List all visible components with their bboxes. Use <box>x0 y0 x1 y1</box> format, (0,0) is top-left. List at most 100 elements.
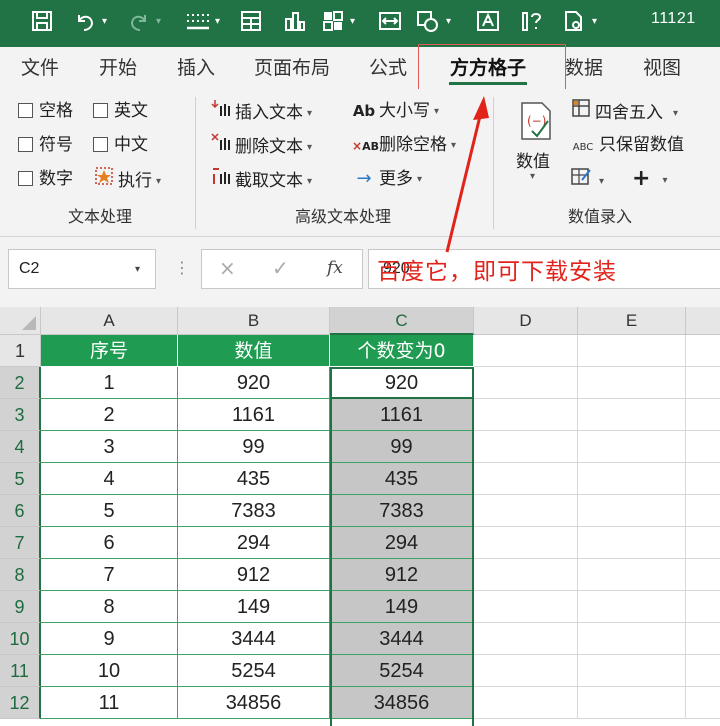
empty-cell[interactable] <box>578 559 686 591</box>
empty-cell[interactable] <box>686 655 720 687</box>
row-header-8[interactable]: 8 <box>0 559 41 591</box>
tab-page-layout[interactable]: 页面布局 <box>248 47 336 89</box>
checkbox-box[interactable] <box>93 137 108 152</box>
row-header-10[interactable]: 10 <box>0 623 41 655</box>
empty-cell[interactable] <box>474 591 578 623</box>
row-header-11[interactable]: 11 <box>0 655 41 687</box>
table-cell[interactable]: 2 <box>41 399 178 431</box>
table-cell[interactable]: 8 <box>41 591 178 623</box>
table-cell[interactable]: 3444 <box>330 623 474 655</box>
table-cell[interactable]: 912 <box>330 559 474 591</box>
empty-cell[interactable] <box>686 591 720 623</box>
empty-cell[interactable] <box>474 495 578 527</box>
table-cell[interactable]: 10 <box>41 655 178 687</box>
save-icon[interactable] <box>28 9 56 37</box>
splitter-handle[interactable]: ⋮ <box>174 258 190 277</box>
table-cell[interactable]: 1161 <box>330 399 474 431</box>
row-header-6[interactable]: 6 <box>0 495 41 527</box>
checkbox-english[interactable]: 英文 <box>93 98 148 124</box>
empty-cell[interactable] <box>686 623 720 655</box>
table-cell[interactable]: 99 <box>178 431 330 463</box>
shapes-icon[interactable] <box>414 9 442 37</box>
grid-tool-icon[interactable] <box>320 9 348 37</box>
round-button[interactable]: 四舍五入 ▾ <box>570 98 678 124</box>
checkbox-box[interactable] <box>93 103 108 118</box>
table-cell[interactable]: 435 <box>330 463 474 495</box>
edit-cells-button[interactable]: ▾ <box>570 166 604 192</box>
checkbox-digits[interactable]: 数字 <box>18 166 73 192</box>
row-header-2[interactable]: 2 <box>0 367 41 399</box>
undo-dropdown-icon[interactable]: ▾ <box>102 16 112 28</box>
row-header-5[interactable]: 5 <box>0 463 41 495</box>
borders-icon[interactable] <box>183 9 213 37</box>
qat-more-dropdown-icon[interactable]: ▾ <box>592 16 602 28</box>
table-cell[interactable]: 6 <box>41 527 178 559</box>
empty-cell[interactable] <box>578 687 686 719</box>
table-cell[interactable]: 5254 <box>330 655 474 687</box>
table-cell[interactable]: 920 <box>330 367 474 399</box>
table-cell[interactable]: 920 <box>178 367 330 399</box>
fx-icon[interactable]: fx <box>327 258 343 278</box>
document-icon[interactable] <box>560 9 588 37</box>
empty-cell[interactable] <box>578 527 686 559</box>
column-header-a[interactable]: A <box>41 307 178 335</box>
help-icon[interactable] <box>518 9 546 37</box>
empty-cell[interactable] <box>474 687 578 719</box>
checkbox-symbols[interactable]: 符号 <box>18 132 73 158</box>
row-header-4[interactable]: 4 <box>0 431 41 463</box>
empty-cell[interactable] <box>474 335 578 367</box>
checkbox-box[interactable] <box>18 137 33 152</box>
tab-insert[interactable]: 插入 <box>170 47 222 89</box>
column-header-c[interactable]: C <box>330 307 474 335</box>
table-cell[interactable]: 1 <box>41 367 178 399</box>
table-cell[interactable]: 5254 <box>178 655 330 687</box>
grid-tool-dropdown-icon[interactable]: ▾ <box>350 16 360 28</box>
checkbox-box[interactable] <box>18 103 33 118</box>
empty-cell[interactable] <box>578 591 686 623</box>
empty-cell[interactable] <box>578 655 686 687</box>
shapes-dropdown-icon[interactable]: ▾ <box>446 16 456 28</box>
more-button[interactable]: → 更多 ▾ <box>352 166 422 192</box>
checkbox-chinese[interactable]: 中文 <box>93 132 148 158</box>
undo-icon[interactable] <box>72 9 98 37</box>
empty-cell[interactable] <box>686 527 720 559</box>
empty-cell[interactable] <box>578 495 686 527</box>
table-cell[interactable]: 4 <box>41 463 178 495</box>
table-cell[interactable]: 9 <box>41 623 178 655</box>
empty-cell[interactable] <box>578 623 686 655</box>
empty-cell[interactable] <box>686 431 720 463</box>
case-button[interactable]: Ab 大小写 ▾ <box>352 98 439 124</box>
keep-values-button[interactable]: ABC 只保留数值 <box>570 132 684 158</box>
header-cell[interactable]: 数值 <box>178 335 330 367</box>
table-cell[interactable]: 435 <box>178 463 330 495</box>
table-cell[interactable]: 3 <box>41 431 178 463</box>
empty-cell[interactable] <box>474 655 578 687</box>
tab-view[interactable]: 视图 <box>636 47 688 89</box>
borders-dropdown-icon[interactable]: ▾ <box>215 16 225 28</box>
empty-cell[interactable] <box>474 623 578 655</box>
empty-cell[interactable] <box>686 559 720 591</box>
extract-text-button[interactable]: 截取文本 ▾ <box>210 166 312 192</box>
confirm-icon[interactable]: ✓ <box>272 256 289 280</box>
table-cell[interactable]: 3444 <box>178 623 330 655</box>
delete-spaces-button[interactable]: ×AB删除空格 ▾ <box>352 132 456 158</box>
frame-icon[interactable] <box>376 9 404 37</box>
tab-file[interactable]: 文件 <box>14 47 66 89</box>
header-cell[interactable]: 个数变为0 <box>330 335 474 367</box>
row-header-12[interactable]: 12 <box>0 687 41 719</box>
cancel-icon[interactable]: × <box>219 256 236 280</box>
empty-cell[interactable] <box>686 463 720 495</box>
empty-cell[interactable] <box>686 687 720 719</box>
delete-text-button[interactable]: 删除文本 ▾ <box>210 132 312 158</box>
empty-cell[interactable] <box>578 367 686 399</box>
column-header-e[interactable]: E <box>578 307 686 335</box>
table-cell[interactable]: 294 <box>330 527 474 559</box>
row-header-1[interactable]: 1 <box>0 335 41 367</box>
empty-cell[interactable] <box>686 399 720 431</box>
empty-cell[interactable] <box>578 399 686 431</box>
empty-cell[interactable] <box>474 367 578 399</box>
checkbox-spaces[interactable]: 空格 <box>18 98 73 124</box>
empty-cell[interactable] <box>474 431 578 463</box>
add-button[interactable]: + ▾ <box>632 166 667 192</box>
chevron-down-icon[interactable]: ▾ <box>135 264 140 275</box>
